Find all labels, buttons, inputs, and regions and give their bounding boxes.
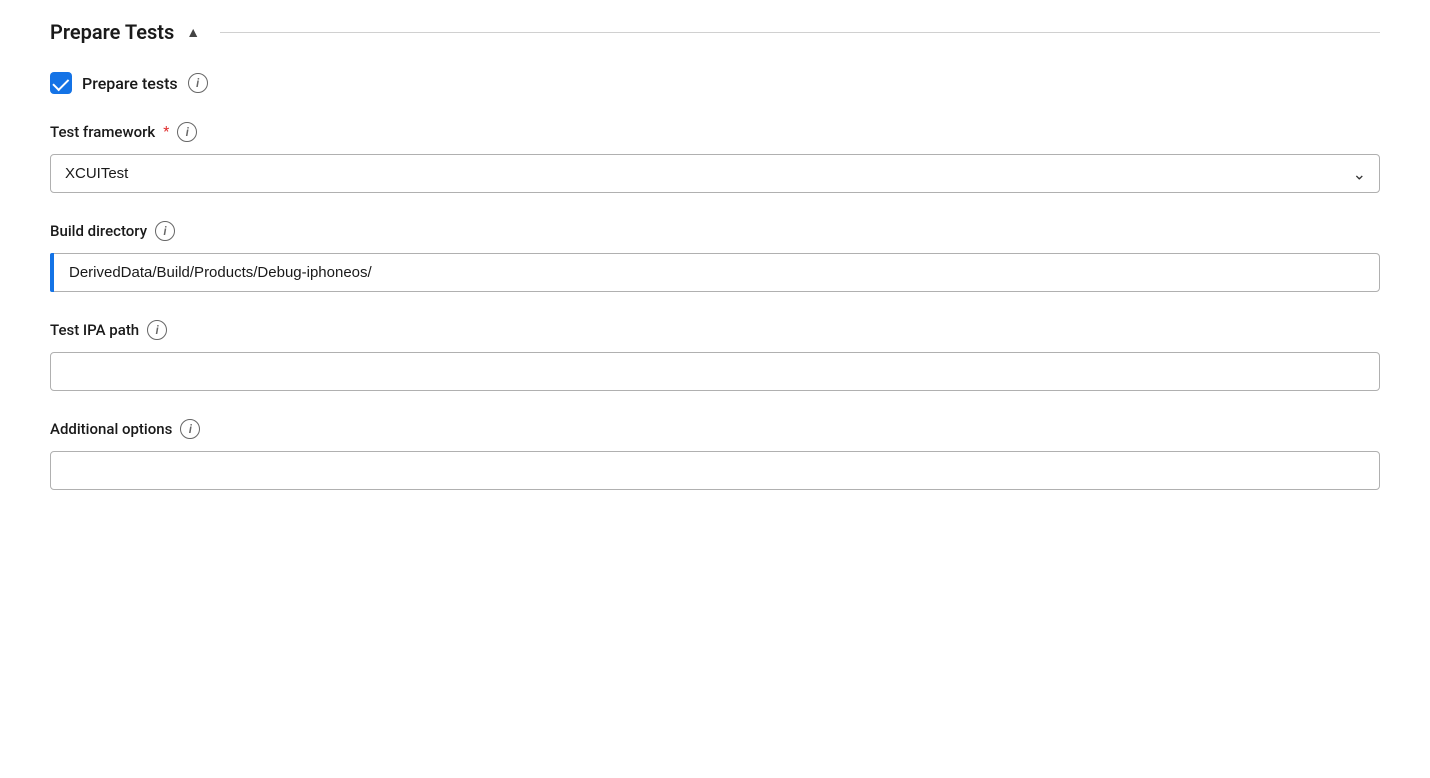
section-title: Prepare Tests	[50, 20, 174, 44]
build-directory-label: Build directory	[50, 222, 147, 240]
test-ipa-path-info-icon[interactable]: i	[147, 320, 167, 340]
build-directory-input[interactable]	[50, 253, 1380, 292]
test-framework-label-row: Test framework * i	[50, 122, 1380, 142]
test-ipa-path-group: Test IPA path i	[50, 320, 1380, 391]
page-container: Prepare Tests ▲ Prepare tests i Test fra…	[0, 0, 1430, 548]
prepare-tests-info-icon[interactable]: i	[188, 73, 208, 93]
additional-options-label-row: Additional options i	[50, 419, 1380, 439]
build-directory-info-icon[interactable]: i	[155, 221, 175, 241]
test-ipa-path-label: Test IPA path	[50, 321, 139, 339]
section-collapse-chevron[interactable]: ▲	[186, 24, 200, 41]
prepare-tests-checkbox[interactable]	[50, 72, 72, 94]
build-directory-input-wrapper	[50, 253, 1380, 292]
test-framework-required: *	[163, 124, 169, 140]
additional-options-input[interactable]	[50, 451, 1380, 490]
test-ipa-path-input[interactable]	[50, 352, 1380, 391]
section-header: Prepare Tests ▲	[50, 20, 1380, 44]
section-divider	[220, 32, 1380, 33]
test-framework-info-icon[interactable]: i	[177, 122, 197, 142]
additional-options-label: Additional options	[50, 420, 172, 438]
build-directory-label-row: Build directory i	[50, 221, 1380, 241]
prepare-tests-row: Prepare tests i	[50, 72, 1380, 94]
build-directory-accent	[50, 253, 54, 292]
test-ipa-path-label-row: Test IPA path i	[50, 320, 1380, 340]
test-framework-select[interactable]: XCUITest XCTest EarlGrey	[50, 154, 1380, 193]
test-framework-label: Test framework	[50, 123, 155, 141]
additional-options-group: Additional options i	[50, 419, 1380, 490]
test-framework-select-wrapper: XCUITest XCTest EarlGrey ⌄	[50, 154, 1380, 193]
build-directory-group: Build directory i	[50, 221, 1380, 292]
test-framework-group: Test framework * i XCUITest XCTest EarlG…	[50, 122, 1380, 193]
prepare-tests-label: Prepare tests	[82, 74, 178, 93]
additional-options-info-icon[interactable]: i	[180, 419, 200, 439]
